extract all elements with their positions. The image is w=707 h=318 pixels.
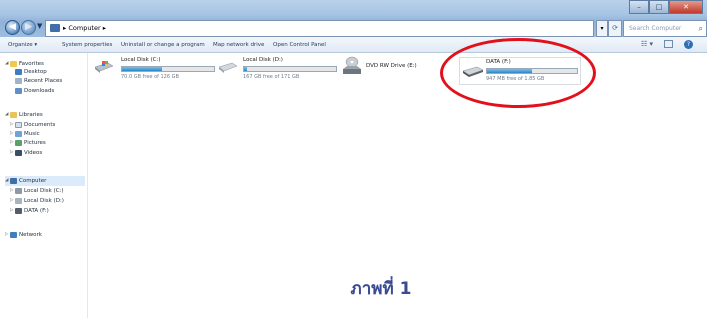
open-control-panel-button[interactable]: Open Control Panel bbox=[273, 37, 326, 53]
organize-button[interactable]: Organize ▾ bbox=[8, 37, 37, 53]
preview-pane-icon[interactable] bbox=[664, 40, 673, 48]
nav-videos[interactable]: ▷ Videos bbox=[10, 148, 42, 158]
window-controls: – □ ✕ bbox=[629, 0, 703, 14]
explorer-window: ◀ ▶ ▼ ▸ Computer ▸ ▾ ⟳ Search Computer ⌕… bbox=[0, 0, 707, 318]
libraries-icon bbox=[10, 111, 17, 118]
network-icon bbox=[10, 231, 17, 238]
drive-d-usage-bar bbox=[243, 66, 337, 72]
refresh-icon[interactable]: ⟳ bbox=[608, 20, 622, 37]
nav-downloads[interactable]: Downloads bbox=[15, 87, 54, 96]
search-placeholder: Search Computer bbox=[629, 25, 682, 32]
nav-data-f[interactable]: ▷ DATA (F:) bbox=[10, 206, 49, 216]
pictures-icon bbox=[15, 139, 22, 146]
address-bar[interactable]: ▸ Computer ▸ bbox=[45, 20, 594, 37]
system-properties-button[interactable]: System properties bbox=[62, 37, 112, 53]
drive-d-name: Local Disk (D:) bbox=[243, 57, 283, 63]
command-bar: Organize ▾ System properties Uninstall o… bbox=[0, 37, 707, 53]
drive-c-tile[interactable]: Local Disk (C:) 70.0 GB free of 126 GB bbox=[94, 57, 216, 85]
drive-c-name: Local Disk (C:) bbox=[121, 57, 161, 63]
nav-local-disk-c[interactable]: ▷ Local Disk (C:) bbox=[10, 186, 64, 196]
drive-c-usage-bar bbox=[121, 66, 215, 72]
uninstall-program-button[interactable]: Uninstall or change a program bbox=[121, 37, 205, 53]
nav-recent-places[interactable]: Recent Places bbox=[15, 77, 62, 86]
hard-disk-icon bbox=[218, 62, 238, 73]
windows-drive-icon bbox=[94, 61, 114, 73]
drive-e-name: DVD RW Drive (E:) bbox=[366, 63, 417, 69]
back-button[interactable]: ◀ bbox=[5, 20, 20, 35]
maximize-button[interactable]: □ bbox=[649, 0, 669, 14]
music-icon bbox=[15, 130, 22, 137]
recent-places-icon bbox=[15, 77, 22, 84]
nav-pictures[interactable]: ▷ Pictures bbox=[10, 138, 46, 148]
recent-pages-icon[interactable]: ▼ bbox=[37, 22, 42, 30]
computer-icon bbox=[50, 24, 60, 32]
drive-d-usage-fill bbox=[244, 67, 247, 71]
search-icon[interactable]: ⌕ bbox=[699, 21, 703, 36]
downloads-icon bbox=[15, 87, 22, 94]
drive-d-tile[interactable]: Local Disk (D:) 167 GB free of 171 GB bbox=[218, 57, 338, 85]
dvd-drive-icon bbox=[343, 56, 361, 74]
drive-d-free: 167 GB free of 171 GB bbox=[243, 74, 300, 80]
computer-icon bbox=[10, 177, 17, 184]
nav-libraries[interactable]: ◢ Libraries bbox=[5, 110, 43, 120]
search-input[interactable]: Search Computer ⌕ bbox=[623, 20, 707, 37]
address-dropdown-icon[interactable]: ▾ bbox=[596, 20, 608, 37]
nav-local-disk-d[interactable]: ▷ Local Disk (D:) bbox=[10, 196, 64, 206]
minimize-button[interactable]: – bbox=[629, 0, 649, 14]
breadcrumb-computer[interactable]: Computer bbox=[68, 24, 100, 32]
nav-desktop[interactable]: Desktop bbox=[15, 68, 47, 77]
close-button[interactable]: ✕ bbox=[669, 0, 703, 14]
local-disk-icon bbox=[15, 197, 22, 204]
desktop-icon bbox=[15, 68, 22, 75]
drive-c-free: 70.0 GB free of 126 GB bbox=[121, 74, 179, 80]
drive-e-tile[interactable]: DVD RW Drive (E:) bbox=[341, 55, 421, 81]
star-icon bbox=[10, 60, 17, 67]
map-network-drive-button[interactable]: Map network drive bbox=[213, 37, 264, 53]
title-bar: ◀ ▶ ▼ ▸ Computer ▸ ▾ ⟳ Search Computer ⌕… bbox=[0, 0, 707, 37]
breadcrumb-arrow-icon: ▸ bbox=[100, 24, 107, 32]
navigation-pane: ◢ Favorites Desktop Recent Places Downloa… bbox=[0, 53, 88, 318]
drive-c-usage-fill bbox=[122, 67, 163, 71]
nav-network[interactable]: ▷ Network bbox=[5, 230, 42, 240]
change-view-icon[interactable]: ☷ ▾ bbox=[641, 40, 653, 48]
forward-button[interactable]: ▶ bbox=[21, 20, 36, 35]
figure-caption: ภาพที่ 1 bbox=[221, 267, 541, 312]
usb-drive-icon bbox=[15, 207, 22, 214]
help-icon[interactable]: ? bbox=[684, 40, 693, 49]
local-disk-icon bbox=[15, 187, 22, 194]
highlight-circle bbox=[440, 38, 596, 108]
videos-icon bbox=[15, 149, 22, 156]
documents-icon bbox=[15, 121, 22, 128]
nav-computer[interactable]: ◢ Computer bbox=[5, 176, 85, 186]
